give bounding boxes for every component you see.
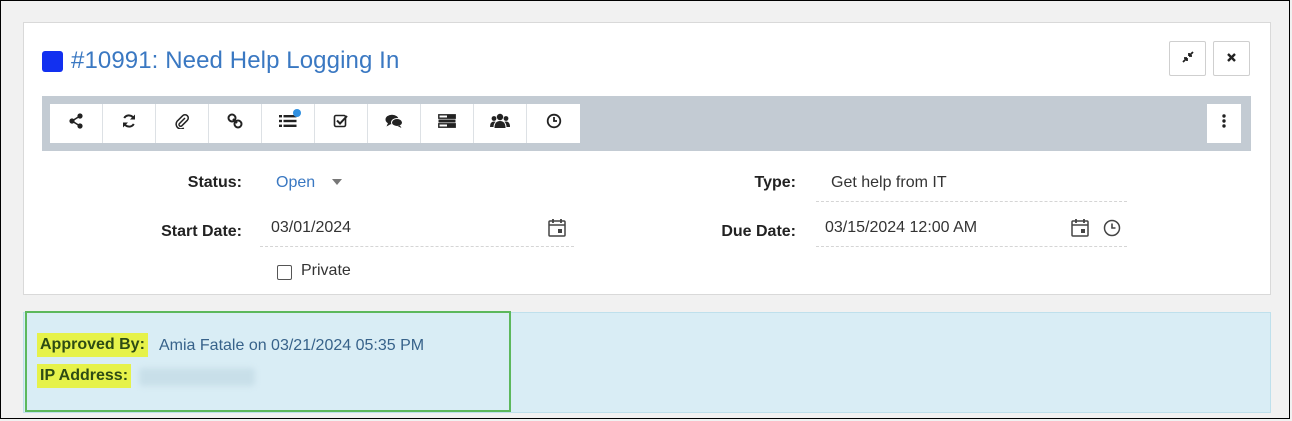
close-icon	[1226, 50, 1237, 68]
due-date-input[interactable]: 03/15/2024 12:00 AM	[825, 219, 977, 237]
chevron-down-icon	[331, 178, 342, 185]
status-label: Status:	[187, 174, 242, 191]
link-icon	[227, 113, 243, 134]
notification-dot	[293, 109, 301, 117]
custom-fields-button[interactable]	[421, 104, 474, 143]
approved-by-label: Approved By:	[37, 333, 148, 357]
checklist-button[interactable]	[315, 104, 368, 143]
ticket-header: #10991: Need Help Logging In	[42, 47, 399, 75]
clock-icon	[546, 113, 562, 134]
comments-icon	[385, 113, 403, 134]
compress-icon	[1181, 50, 1194, 68]
toolbar-button-group	[50, 104, 580, 143]
private-label: Private	[301, 262, 351, 279]
private-checkbox[interactable]	[277, 265, 292, 280]
start-date-input[interactable]: 03/01/2024	[271, 219, 351, 237]
checkbox-icon	[333, 113, 349, 134]
ticket-toolbar	[42, 96, 1251, 151]
redacted-ip-blur	[139, 368, 255, 386]
approved-by-value: Amia Fatale on 03/21/2024 05:35 PM	[159, 337, 425, 354]
start-date-label: Start Date:	[161, 223, 242, 240]
type-label: Type:	[754, 174, 796, 191]
minimize-button[interactable]	[1169, 41, 1206, 76]
ticket-color-swatch	[42, 50, 63, 72]
approval-highlight-box	[25, 311, 511, 412]
status-dropdown[interactable]: Open	[276, 174, 342, 192]
start-date-underline	[260, 246, 574, 247]
link-button[interactable]	[209, 104, 262, 143]
refresh-button[interactable]	[103, 104, 156, 143]
type-underline	[816, 201, 1127, 202]
due-date-label: Due Date:	[721, 223, 796, 240]
share-icon	[68, 113, 84, 134]
status-value: Open	[276, 174, 316, 191]
ellipsis-vertical-icon	[1222, 114, 1226, 133]
fields-icon	[438, 114, 456, 133]
list-icon	[279, 114, 297, 133]
participants-button[interactable]	[474, 104, 527, 143]
clock-icon[interactable]	[1103, 219, 1121, 242]
ip-address-label: IP Address:	[37, 364, 132, 388]
more-options-button[interactable]	[1207, 104, 1241, 143]
attach-button[interactable]	[156, 104, 209, 143]
comments-button[interactable]	[368, 104, 421, 143]
refresh-icon	[121, 113, 137, 134]
history-button[interactable]	[527, 104, 580, 143]
type-value[interactable]: Get help from IT	[831, 174, 947, 192]
due-date-underline	[816, 246, 1127, 247]
users-icon	[490, 113, 510, 134]
paperclip-icon	[174, 113, 190, 134]
close-button[interactable]	[1213, 41, 1250, 76]
share-button[interactable]	[50, 104, 103, 143]
calendar-icon[interactable]	[548, 218, 566, 242]
tasks-list-button[interactable]	[262, 104, 315, 143]
calendar-icon[interactable]	[1071, 218, 1089, 242]
ticket-title[interactable]: #10991: Need Help Logging In	[71, 47, 399, 75]
ticket-panel: #10991: Need Help Logging In Status: Ope…	[23, 22, 1271, 295]
